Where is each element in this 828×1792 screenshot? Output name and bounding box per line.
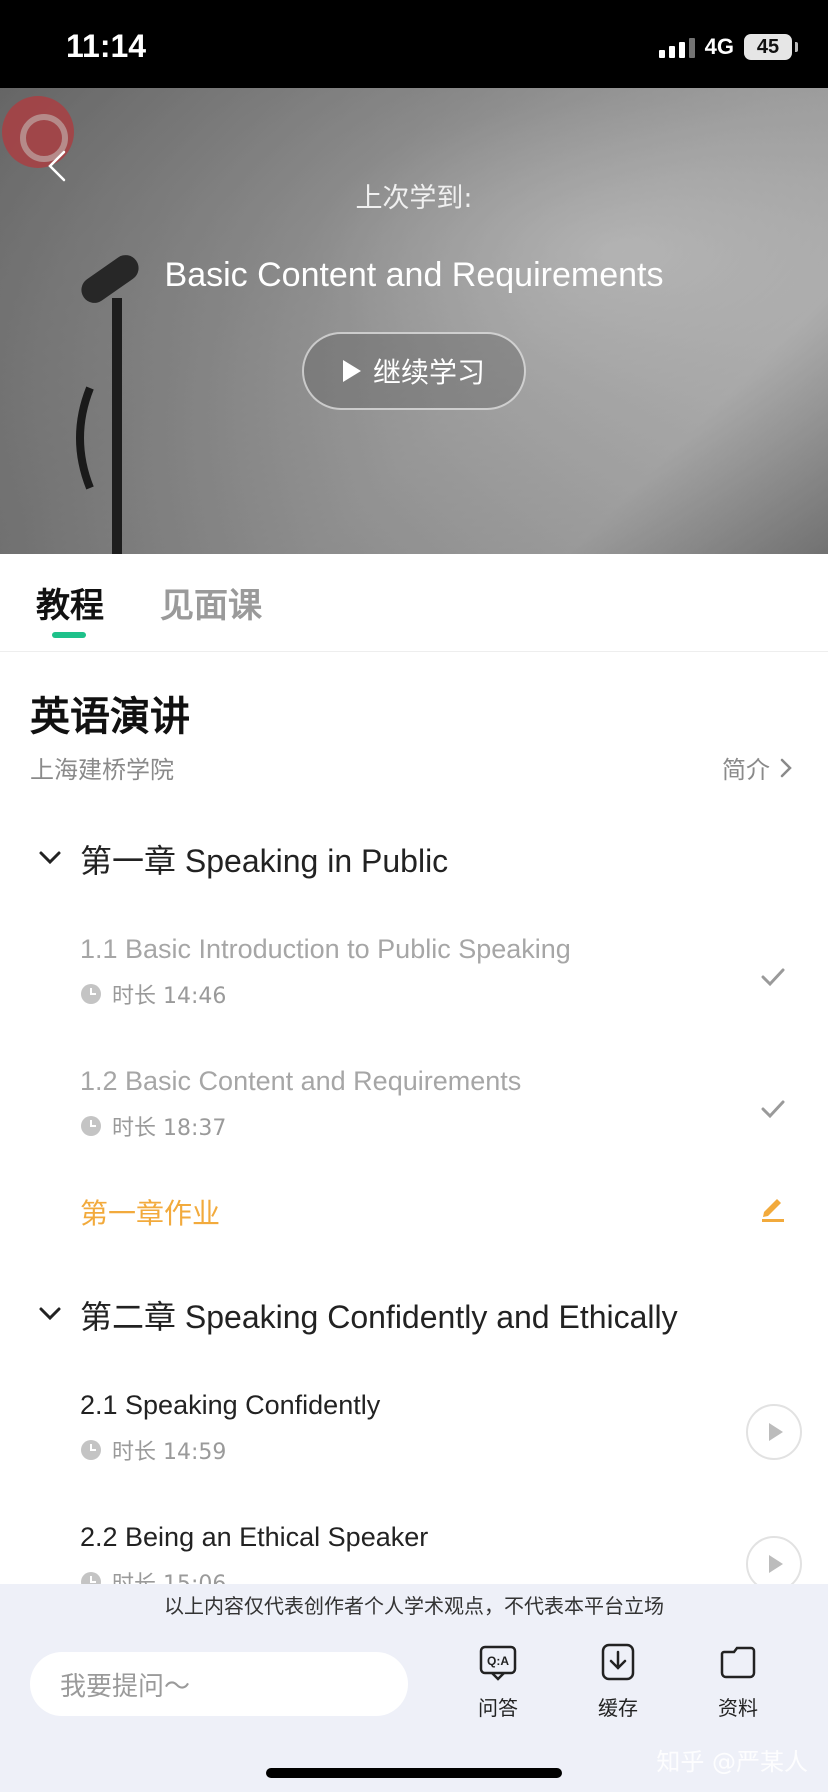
chapter-title: 第一章 Speaking in Public [80,843,449,879]
course-school: 上海建桥学院 [30,756,174,784]
lesson-duration-row: 时长 14:46 [80,978,226,1010]
chapter-header[interactable]: 第二章 Speaking Confidently and Ethically [0,1282,828,1342]
play-icon [342,360,361,382]
clock-icon [81,1116,101,1136]
lesson-duration: 时长 14:46 [112,984,227,1009]
hero-overlay [0,88,828,554]
homework-item[interactable]: 第一章作业 [0,1192,828,1242]
network-type: 4G [704,34,734,59]
signal-icon [658,36,695,58]
svg-text:Q:A: Q:A [487,1654,509,1668]
tab-tutorial[interactable]: 教程 [36,578,104,627]
chapter-title: 第二章 Speaking Confidently and Ethically [80,1299,678,1335]
qa-button[interactable]: Q:A 问答 [458,1642,538,1721]
last-learned-label: 上次学到: [355,183,473,214]
lesson-title: 2.1 Speaking Confidently [80,1390,381,1420]
tab-live-class[interactable]: 见面课 [160,578,262,627]
download-label: 缓存 [598,1696,638,1720]
chevron-down-icon [39,851,61,865]
disclaimer-text: 以上内容仅代表创作者个人学术观点，不代表本平台立场 [164,1594,664,1618]
materials-button[interactable]: 资料 [698,1642,778,1721]
last-learned-title: Basic Content and Requirements [164,256,664,294]
lesson-item[interactable]: 2.1 Speaking Confidently 时长 14:59 [0,1390,828,1500]
check-icon [761,1100,785,1119]
battery-icon: 45 [744,34,798,60]
tab-bar: 教程 见面课 [0,554,828,652]
lesson-title: 1.2 Basic Content and Requirements [80,1066,522,1096]
lesson-duration: 时长 14:59 [112,1440,227,1465]
intro-label: 简介 [722,756,770,784]
lesson-duration: 时长 18:37 [112,1116,227,1141]
lesson-title: 1.1 Basic Introduction to Public Speakin… [80,934,571,964]
home-indicator[interactable] [266,1768,562,1778]
lesson-item[interactable]: 1.1 Basic Introduction to Public Speakin… [0,934,828,1044]
folder-icon [720,1646,756,1679]
qa-label: 问答 [478,1696,518,1720]
qa-icon: Q:A [479,1645,517,1681]
status-indicators: 4G 45 [658,34,798,60]
status-bar: 11:14 4G 45 [0,0,828,88]
materials-label: 资料 [718,1696,758,1720]
tab-indicator [52,632,86,638]
continue-learning-button[interactable]: 继续学习 [302,332,526,410]
chevron-down-icon [39,1307,61,1321]
intro-link[interactable]: 简介 [722,750,792,785]
play-icon [769,1423,783,1441]
chapter-header[interactable]: 第一章 Speaking in Public [0,826,828,886]
continue-learning-label: 继续学习 [372,356,485,389]
lesson-duration-row: 时长 14:59 [80,1434,226,1466]
question-input[interactable]: 我要提问～ [30,1652,408,1716]
check-icon [761,968,785,987]
chevron-right-icon [780,758,792,777]
play-icon [769,1555,783,1573]
download-button[interactable]: 缓存 [578,1642,658,1721]
clock-icon [81,984,101,1004]
status-time: 11:14 [66,28,147,64]
clock-icon [81,1440,101,1460]
course-title: 英语演讲 [30,694,190,740]
lesson-duration-row: 时长 18:37 [80,1110,226,1142]
hero-banner: 上次学到: Basic Content and Requirements 继续学… [0,88,828,554]
lesson-item[interactable]: 1.2 Basic Content and Requirements 时长 18… [0,1066,828,1176]
play-button[interactable] [746,1404,802,1460]
watermark: 知乎 @严某人 [656,1748,808,1776]
lesson-title: 2.2 Being an Ethical Speaker [80,1522,429,1552]
homework-label: 第一章作业 [80,1197,221,1230]
download-icon [601,1643,635,1681]
pencil-icon [762,1199,784,1222]
